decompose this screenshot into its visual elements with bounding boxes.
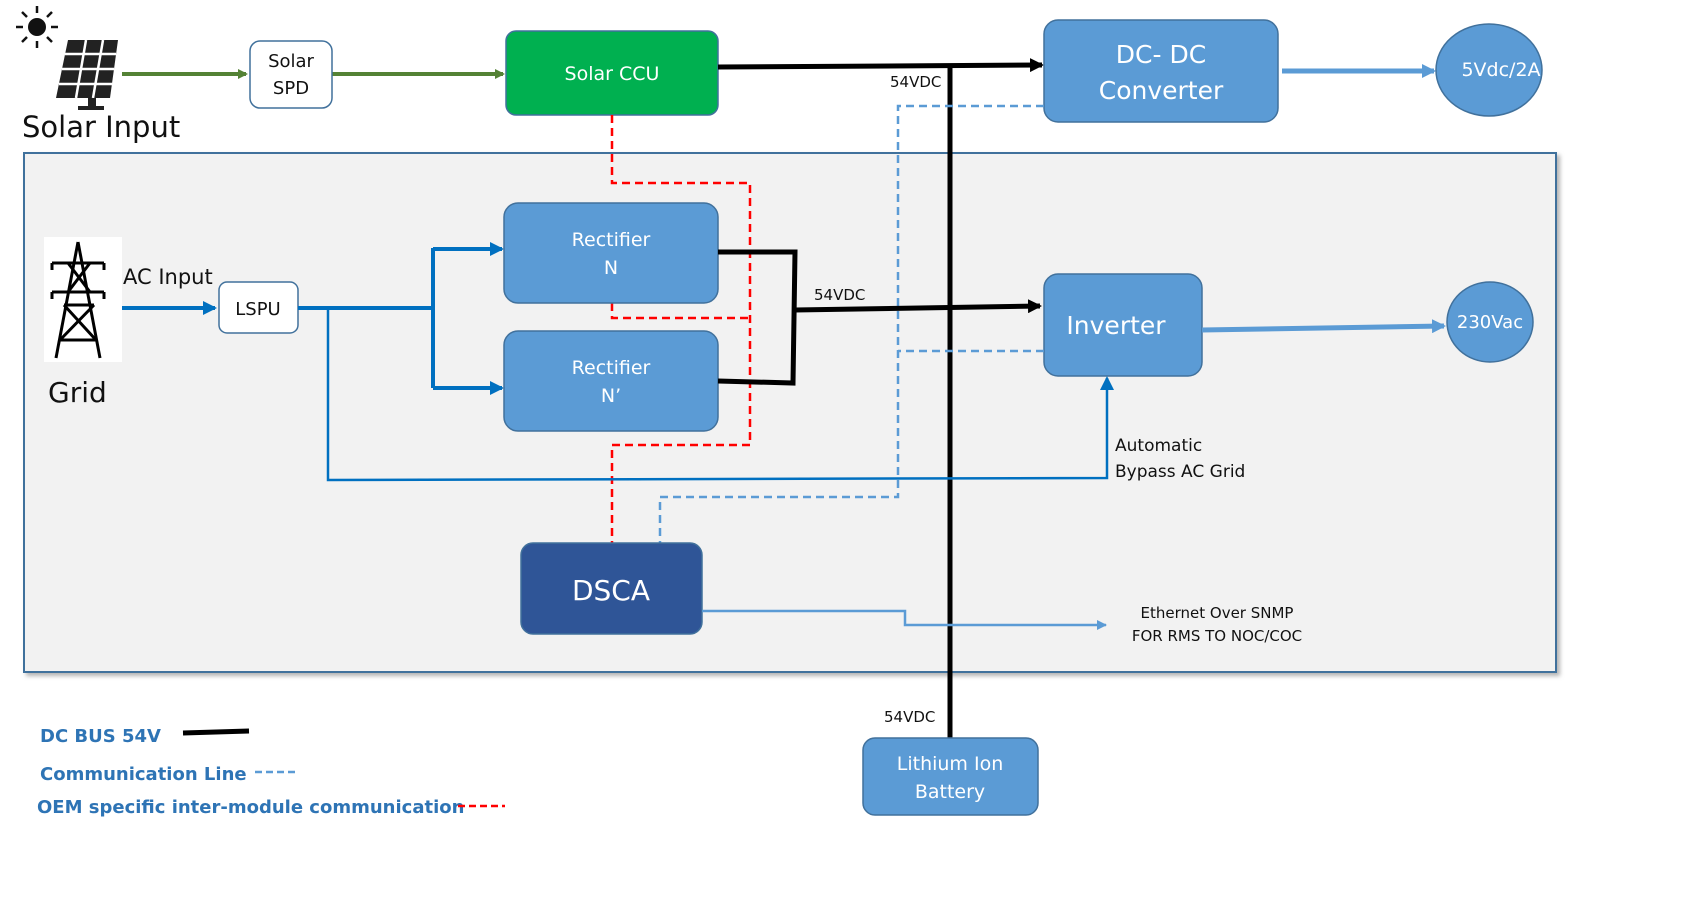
legend-comm-line-label: Communication Line — [40, 764, 247, 785]
dc-dc-converter-node[interactable]: DC- DC Converter — [1043, 19, 1279, 123]
dsca-node[interactable]: DSCA — [520, 542, 703, 635]
legend-oem-label: OEM specific inter-module communication — [37, 797, 464, 818]
ethernet-label-2: FOR RMS TO NOC/COC — [1132, 627, 1302, 645]
dc-dc-converter-label-1: DC- DC — [1116, 40, 1206, 69]
solar-input-label: Solar Input — [22, 110, 180, 144]
rectifier-n-node[interactable]: Rectifier N — [503, 202, 719, 304]
output-5vdc-node[interactable]: 5Vdc/2A — [1435, 23, 1543, 117]
solar-spd-label-1: Solar — [268, 51, 314, 72]
rectifier-n-label-1: Rectifier — [572, 229, 651, 251]
solar-ccu-node[interactable]: Solar CCU — [505, 30, 719, 116]
ac-input-label: AC Input — [123, 265, 213, 289]
rectifier-n-label-2: N — [604, 257, 618, 279]
dc-bus-top-label: 54VDC — [890, 73, 941, 91]
power-tower-icon — [44, 237, 122, 362]
solar-panel-icon — [56, 39, 118, 110]
battery-label-1: Lithium Ion — [897, 753, 1004, 775]
solar-ccu-label: Solar CCU — [565, 63, 660, 85]
lspu-node[interactable]: LSPU — [218, 281, 299, 334]
battery-node[interactable]: Lithium Ion Battery — [862, 737, 1039, 816]
sun-icon — [16, 6, 58, 48]
output-230vac-node[interactable]: 230Vac — [1446, 281, 1534, 363]
output-230vac-label: 230Vac — [1457, 312, 1523, 333]
bypass-label-1: Automatic — [1115, 436, 1202, 456]
output-5vdc-label: 5Vdc/2A — [1461, 59, 1540, 81]
solar-spd-label-2: SPD — [273, 78, 309, 99]
solar-spd-node[interactable]: Solar SPD — [249, 40, 333, 109]
inverter-node[interactable]: Inverter — [1043, 273, 1203, 377]
power-system-diagram: Solar Input Solar SPD Solar CCU 54VDC DC… — [16, 6, 1557, 818]
dc-bus-battery-label: 54VDC — [884, 708, 935, 726]
lspu-label: LSPU — [235, 299, 280, 320]
dc-dc-converter-label-2: Converter — [1099, 76, 1224, 105]
system-panel — [23, 152, 1557, 673]
rectifier-n-prime-node[interactable]: Rectifier N’ — [503, 330, 719, 432]
rectifier-n-prime-label-1: Rectifier — [572, 357, 651, 379]
legend: DC BUS 54V Communication Line OEM specif… — [37, 726, 505, 818]
battery-label-2: Battery — [915, 781, 985, 803]
bypass-label-2: Bypass AC Grid — [1115, 462, 1245, 482]
dc-bus-middle-label: 54VDC — [814, 286, 865, 304]
inverter-label: Inverter — [1066, 311, 1166, 340]
ethernet-label-1: Ethernet Over SNMP — [1141, 604, 1294, 622]
legend-dc-bus-swatch — [182, 728, 250, 736]
dc-bus-ccu-to-converter — [717, 58, 1044, 73]
grid-label: Grid — [48, 376, 107, 409]
dsca-label: DSCA — [572, 574, 650, 607]
legend-dc-bus-label: DC BUS 54V — [40, 726, 161, 747]
rectifier-n-prime-label-2: N’ — [601, 385, 621, 407]
